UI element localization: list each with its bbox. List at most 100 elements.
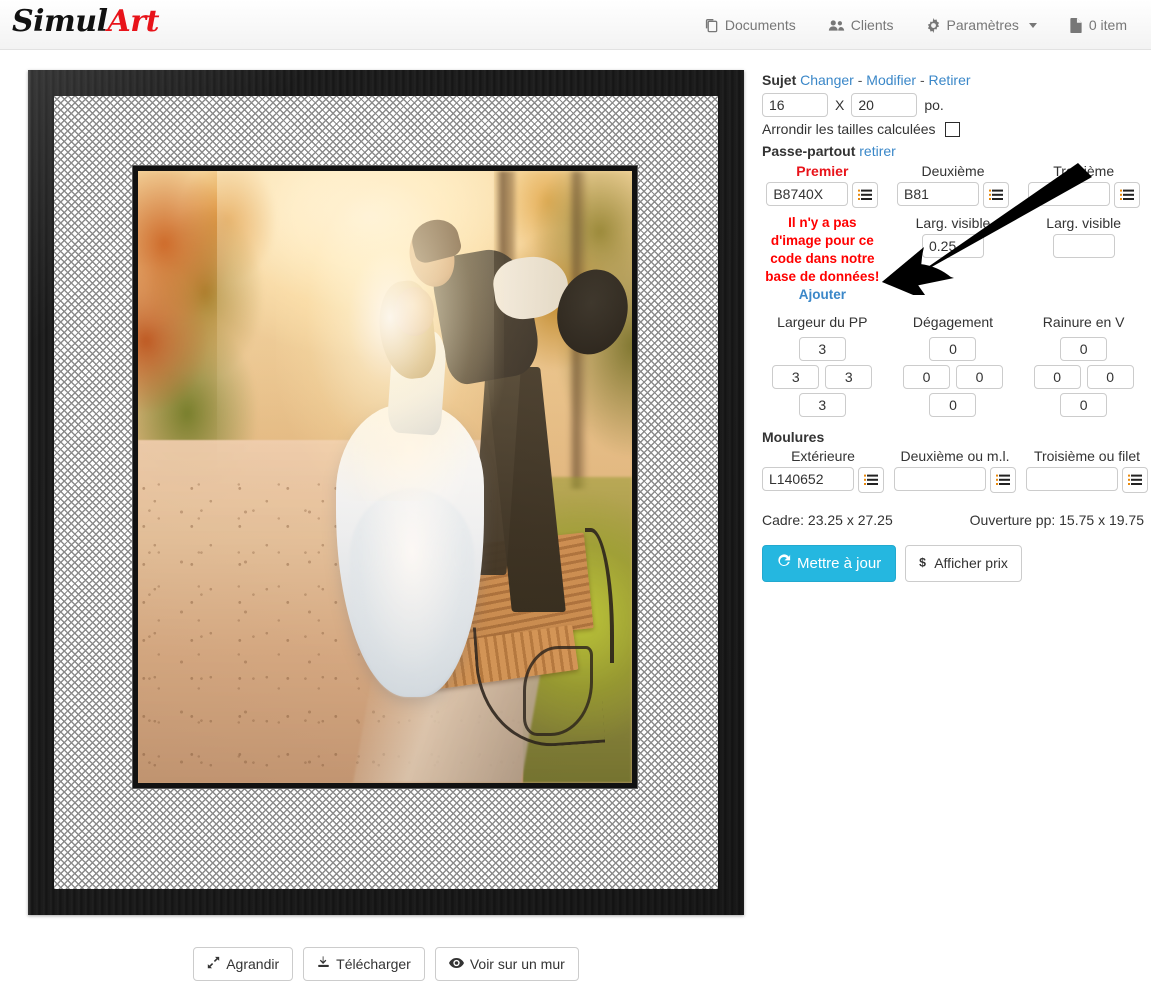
users-icon — [828, 18, 845, 33]
mat-third-list-icon[interactable] — [1113, 182, 1140, 208]
degagement-top[interactable] — [929, 337, 977, 361]
download-icon — [317, 955, 330, 973]
subject-size-row: X po. — [762, 93, 1144, 117]
computed-sizes: Cadre: 23.25 x 27.25 Ouverture pp: 15.75… — [762, 512, 1144, 528]
mat-third-code-input[interactable] — [1027, 182, 1110, 206]
mat-error-text: Il n'y a pas d'image pour ce code dans n… — [765, 215, 880, 284]
round-sizes-row: Arrondir les tailles calculées — [762, 121, 1144, 137]
chevron-down-icon — [1028, 22, 1037, 28]
mat-passe-partout — [54, 96, 718, 889]
mat-columns: Premier Il n'y a pas d'image pour ce cod… — [762, 163, 1144, 304]
gear-icon — [926, 17, 941, 33]
mat-second-code-input[interactable] — [896, 182, 979, 206]
svg-text:$: $ — [919, 555, 926, 569]
subject-header: Sujet Changer - Modifier - Retirer — [762, 72, 1144, 88]
moulding-column-exterior: Extérieure — [762, 448, 884, 493]
download-button[interactable]: Télécharger — [303, 947, 425, 981]
subject-width-input[interactable] — [762, 93, 828, 117]
inner-frame — [133, 166, 637, 788]
frame-preview-column: Agrandir Télécharger Voir sur un mur — [28, 70, 744, 981]
nav-label-clients: Clients — [850, 17, 894, 33]
subject-edit-link[interactable]: Modifier — [866, 72, 916, 88]
logo-text-secondary: Art — [107, 4, 160, 39]
subject-height-input[interactable] — [851, 93, 918, 117]
width-groups: Largeur du PP Dégagement Rainure en V — [762, 314, 1144, 417]
nav-item-documents[interactable]: Documents — [688, 0, 812, 50]
app-logo[interactable]: SimulArt — [12, 4, 159, 39]
rainure-bottom[interactable] — [1060, 393, 1108, 417]
width-pp-top[interactable] — [798, 337, 846, 361]
nav-item-clients[interactable]: Clients — [812, 0, 910, 50]
file-icon — [1069, 17, 1083, 33]
show-price-button[interactable]: $ Afficher prix — [905, 545, 1022, 582]
nav-item-cart[interactable]: 0 item — [1053, 0, 1143, 50]
moulding-third-input[interactable] — [1026, 467, 1118, 491]
top-navbar: SimulArt Documents Clients Paramètres 0 … — [0, 0, 1151, 50]
mat-third-visible-input[interactable] — [1052, 234, 1115, 258]
mat-first-list-icon[interactable] — [852, 182, 879, 208]
moulding-exterior-list-icon[interactable] — [858, 467, 884, 493]
mat-second-list-icon[interactable] — [982, 182, 1009, 208]
mat-header: Passe-partout retirer — [762, 143, 1144, 159]
moulding-second-title: Deuxième ou m.l. — [900, 448, 1010, 464]
degagement-left[interactable] — [902, 365, 950, 389]
mat-code-error: Il n'y a pas d'image pour ce code dans n… — [762, 208, 883, 304]
nav-item-parametres[interactable]: Paramètres — [910, 0, 1053, 50]
opening-size-text: Ouverture pp: 15.75 x 19.75 — [969, 512, 1144, 528]
update-button[interactable]: Mettre à jour — [762, 545, 897, 582]
nav-label-documents: Documents — [724, 17, 796, 33]
subject-separator-1: - — [857, 72, 863, 88]
moulding-columns: Extérieure Deuxième ou m.l. — [762, 448, 1148, 493]
width-pp-right[interactable] — [825, 365, 873, 389]
moulding-second-input[interactable] — [894, 467, 986, 491]
dollar-icon: $ — [919, 555, 928, 573]
size-unit-label: po. — [924, 97, 944, 113]
nav-label-cart: 0 item — [1088, 17, 1127, 33]
frame-size-text: Cadre: 23.25 x 27.25 — [762, 512, 893, 528]
moulding-column-third: Troisième ou filet — [1026, 448, 1148, 493]
mat-title: Passe-partout — [762, 143, 856, 159]
width-pp-title: Largeur du PP — [777, 314, 868, 330]
mat-second-title: Deuxième — [921, 163, 985, 179]
preview-action-bar: Agrandir Télécharger Voir sur un mur — [28, 947, 744, 981]
enlarge-button[interactable]: Agrandir — [193, 947, 294, 981]
degagement-title: Dégagement — [912, 314, 994, 330]
degagement-right[interactable] — [955, 365, 1003, 389]
moulding-third-list-icon[interactable] — [1122, 467, 1148, 493]
moulding-third-title: Troisième ou filet — [1033, 448, 1141, 464]
mouldings-header: Moulures — [762, 429, 1144, 445]
subject-change-link[interactable]: Changer — [800, 72, 854, 88]
subject-separator-2: - — [919, 72, 925, 88]
moulding-exterior-title: Extérieure — [791, 448, 855, 464]
width-group-pp: Largeur du PP — [762, 314, 883, 417]
moulding-exterior-input[interactable] — [762, 467, 854, 491]
subject-photo — [138, 171, 632, 783]
mat-remove-link[interactable]: retirer — [859, 143, 896, 159]
update-label: Mettre à jour — [797, 554, 882, 572]
view-on-wall-button[interactable]: Voir sur un mur — [434, 947, 579, 981]
mat-first-code-input[interactable] — [766, 182, 849, 206]
width-group-rainure: Rainure en V — [1023, 314, 1144, 417]
width-pp-left[interactable] — [772, 365, 820, 389]
mat-first-title: Premier — [796, 163, 849, 179]
subject-title: Sujet — [762, 72, 797, 88]
moulding-column-second: Deuxième ou m.l. — [894, 448, 1016, 493]
rainure-top[interactable] — [1060, 337, 1108, 361]
show-price-label: Afficher prix — [934, 555, 1008, 572]
mat-second-visible-input[interactable] — [921, 234, 984, 258]
refresh-icon — [777, 554, 791, 573]
rainure-right[interactable] — [1086, 365, 1134, 389]
mat-column-third: Troisième Larg. visible — [1023, 163, 1144, 304]
documents-icon — [704, 18, 719, 33]
frame-moulding — [28, 70, 744, 915]
rainure-left[interactable] — [1033, 365, 1081, 389]
subject-remove-link[interactable]: Retirer — [929, 72, 971, 88]
width-pp-bottom[interactable] — [798, 393, 846, 417]
mat-third-title: Troisième — [1053, 163, 1115, 179]
round-sizes-checkbox[interactable] — [944, 121, 960, 137]
mat-error-add-link[interactable]: Ajouter — [799, 287, 846, 302]
mat-column-second: Deuxième Larg. visible — [893, 163, 1014, 304]
navbar-menu: Documents Clients Paramètres 0 item — [688, 0, 1143, 50]
degagement-bottom[interactable] — [929, 393, 977, 417]
moulding-second-list-icon[interactable] — [990, 467, 1016, 493]
